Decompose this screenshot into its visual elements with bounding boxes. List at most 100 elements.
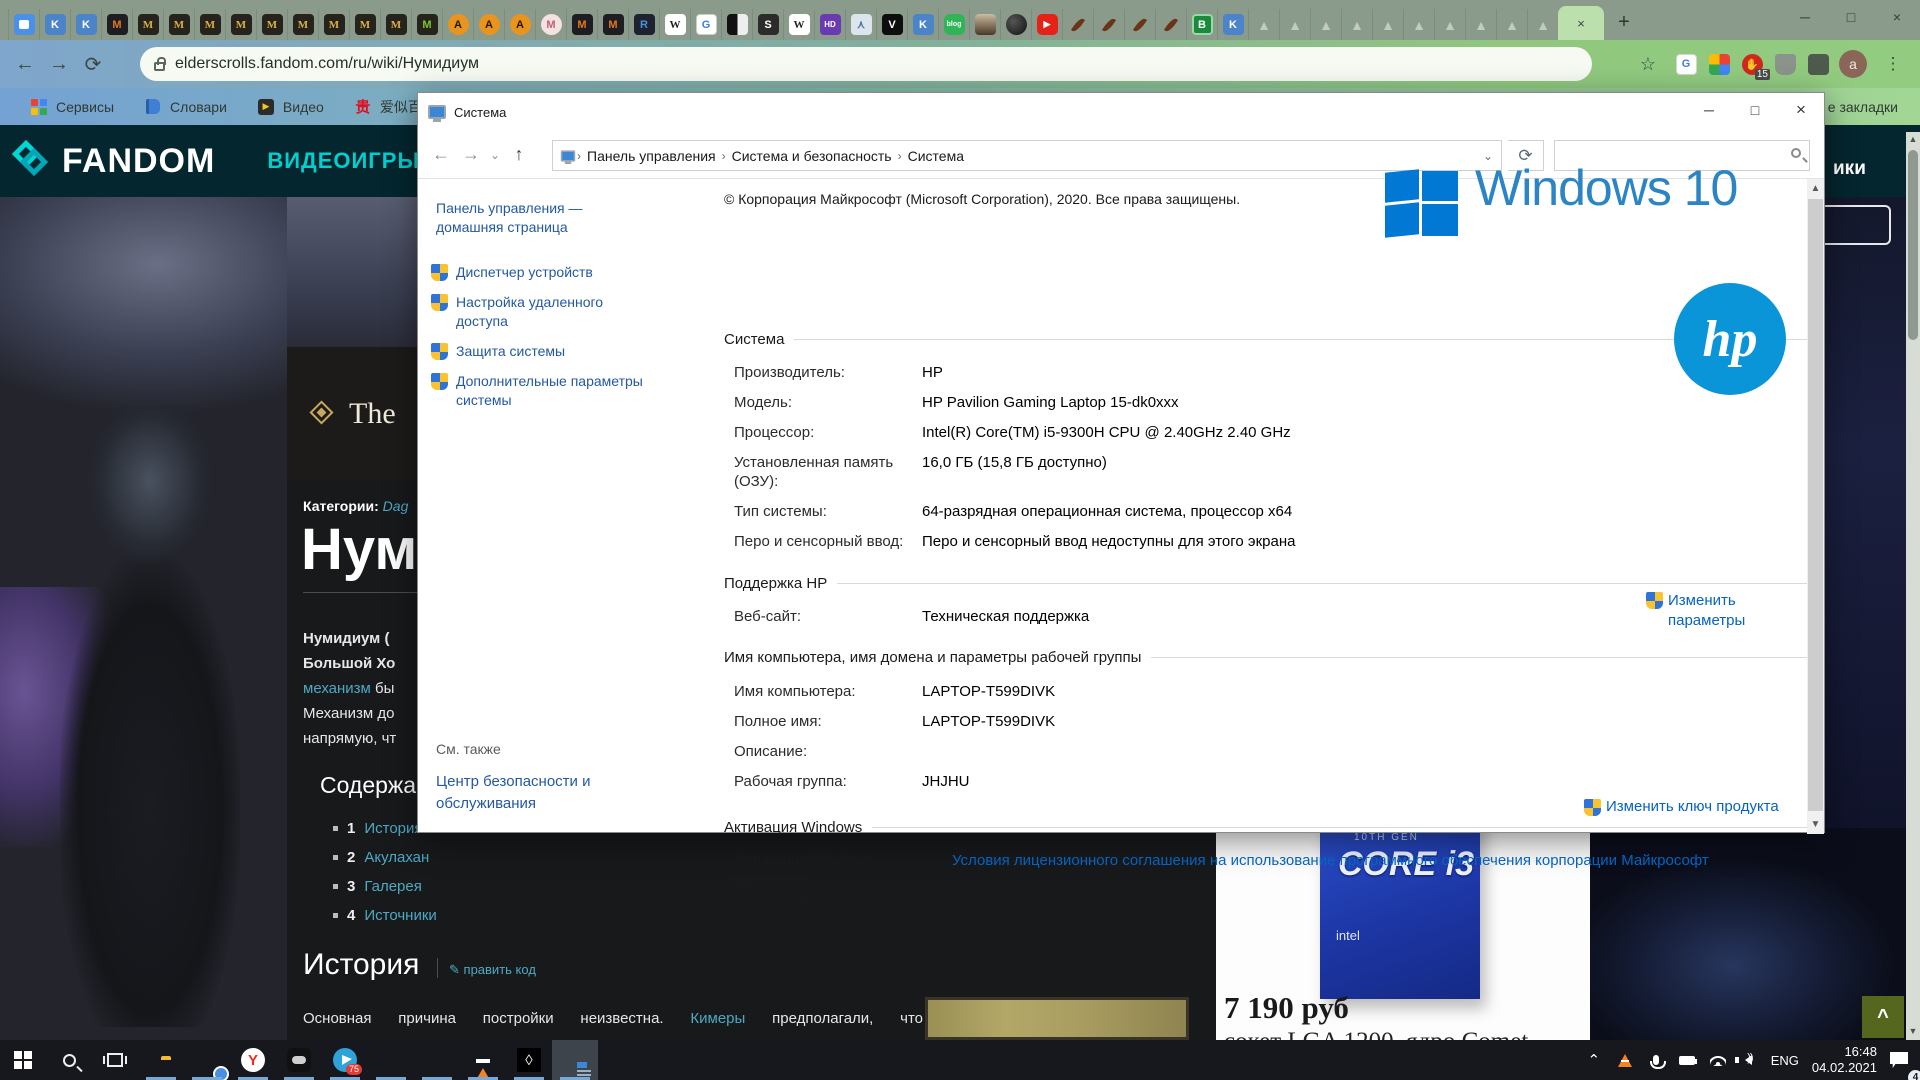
tab-close-icon[interactable]: × xyxy=(1577,16,1585,31)
change-product-key-link[interactable]: Изменить ключ продукта xyxy=(1584,798,1779,816)
inline-link[interactable]: механизм xyxy=(303,680,371,697)
tab-portrait-icon[interactable] xyxy=(969,9,1000,40)
up-icon[interactable]: ↑ xyxy=(504,144,534,165)
tab-m-gold-icon[interactable]: M xyxy=(132,9,163,40)
tech-support-link[interactable]: Техническая поддержка xyxy=(922,607,1089,626)
tab-vk-icon[interactable]: K xyxy=(907,9,938,40)
back-icon[interactable]: ← xyxy=(426,144,456,165)
taskbar-app-yandex[interactable]: Y xyxy=(230,1040,276,1080)
tab-m-gold-icon[interactable]: M xyxy=(287,9,318,40)
taskbar-app-explorer[interactable] xyxy=(138,1040,184,1080)
tab-m-gold-icon[interactable]: M xyxy=(380,9,411,40)
tab-m-orange-icon[interactable]: М xyxy=(101,9,132,40)
translate-extension-icon[interactable]: G xyxy=(1674,52,1698,76)
tab-eso-icon[interactable]: ▲ xyxy=(1496,9,1527,40)
minimize-button[interactable]: ─ xyxy=(1782,0,1828,34)
license-terms-link[interactable]: Условия лицензионного соглашения на испо… xyxy=(952,851,1709,889)
tab-s-dark-icon[interactable]: S xyxy=(752,9,783,40)
tab-feather-icon[interactable] xyxy=(1093,9,1124,40)
tab-feather-icon[interactable] xyxy=(1124,9,1155,40)
tab-m-gold-icon[interactable]: M xyxy=(256,9,287,40)
tab-m-gold-icon[interactable]: M xyxy=(349,9,380,40)
bookmark-Сервисы[interactable]: Сервисы xyxy=(30,97,114,117)
tab-m-pink-icon[interactable]: M xyxy=(535,9,566,40)
tab-feather-icon[interactable] xyxy=(1062,9,1093,40)
taskbar-app-edge[interactable] xyxy=(368,1040,414,1080)
inline-link[interactable]: Кимеры xyxy=(690,1010,745,1027)
breadcrumb-system-security[interactable]: Система и безопасность xyxy=(732,148,892,164)
tab-vk-icon[interactable]: K xyxy=(70,9,101,40)
core-i3-box-image[interactable]: 10TH GEN CORE i3 intel xyxy=(1320,814,1480,999)
tab-yt-icon[interactable]: ▶ xyxy=(1031,9,1062,40)
recent-pages-chevron-icon[interactable]: ⌄ xyxy=(486,148,504,162)
minimize-button[interactable]: ─ xyxy=(1686,93,1732,127)
tab-vk-icon[interactable]: K xyxy=(1217,9,1248,40)
maximize-button[interactable]: □ xyxy=(1732,93,1778,127)
tab-eso-icon[interactable]: ▲ xyxy=(1465,9,1496,40)
hidden-icons-chevron[interactable]: ⌃ xyxy=(1585,1051,1603,1069)
tab-feather-icon[interactable] xyxy=(1155,9,1186,40)
toc-item-Источники[interactable]: 4Источники xyxy=(333,907,437,924)
tab-m-orange-icon[interactable]: М xyxy=(566,9,597,40)
tab-v-dark-icon[interactable]: V xyxy=(876,9,907,40)
tab-eso-icon[interactable]: ▲ xyxy=(1434,9,1465,40)
tab-gtr-icon[interactable]: G xyxy=(690,9,721,40)
fandom-logo[interactable]: FANDOM xyxy=(16,142,215,181)
scrollbar-down-icon[interactable]: ▼ xyxy=(1906,1026,1920,1036)
tab-a-orange-icon[interactable]: A xyxy=(473,9,504,40)
sidebar-task-link[interactable]: Защита системы xyxy=(431,342,646,361)
sidebar-task-link[interactable]: Дополнительные параметры системы xyxy=(431,372,646,410)
scrollbar-up-icon[interactable]: ▲ xyxy=(1906,134,1920,144)
scrollbar-up-icon[interactable]: ▲ xyxy=(1807,183,1824,194)
taskbar-search-button[interactable] xyxy=(46,1040,92,1080)
tab-a-orange-icon[interactable]: A xyxy=(504,9,535,40)
url-text[interactable]: elderscrolls.fandom.com/ru/wiki/Нумидиум xyxy=(175,55,479,73)
action-center-button[interactable]: 4 xyxy=(1890,1051,1908,1069)
battery-icon[interactable] xyxy=(1678,1051,1696,1069)
scrollbar-thumb[interactable] xyxy=(1908,150,1918,340)
tab-hd-icon[interactable]: HD xyxy=(814,9,845,40)
scrollbar-thumb[interactable] xyxy=(1808,199,1823,811)
address-bar[interactable]: elderscrolls.fandom.com/ru/wiki/Нумидиум xyxy=(140,47,1592,81)
tab-m-orange-icon[interactable]: М xyxy=(597,9,628,40)
maximize-button[interactable]: □ xyxy=(1828,0,1874,34)
language-indicator[interactable]: ENG xyxy=(1771,1053,1799,1068)
nav-item-videogames[interactable]: ВИДЕОИГРЫ xyxy=(267,148,420,174)
tab-eso-icon[interactable]: ▲ xyxy=(1248,9,1279,40)
tab-r-blue-icon[interactable]: R xyxy=(628,9,659,40)
tab-vk-icon[interactable]: K xyxy=(39,9,70,40)
taskbar-app-cpanel[interactable] xyxy=(552,1040,598,1080)
start-button[interactable] xyxy=(0,1040,46,1080)
nav-button-fragment[interactable] xyxy=(1825,205,1891,245)
security-center-link[interactable]: Центр безопасности и обслуживания xyxy=(436,771,626,815)
forward-icon[interactable]: → xyxy=(42,47,76,81)
clock[interactable]: 16:48 04.02.2021 xyxy=(1812,1044,1877,1076)
window-scrollbar[interactable]: ▲ ▼ xyxy=(1807,179,1824,834)
profile-avatar[interactable]: a xyxy=(1839,50,1867,78)
tab-m-gold-icon[interactable]: M xyxy=(225,9,256,40)
microphone-icon[interactable] xyxy=(1647,1051,1665,1069)
bookmark-star-icon[interactable]: ☆ xyxy=(1631,47,1665,81)
tab-a-orange-icon[interactable]: A xyxy=(442,9,473,40)
change-settings-link[interactable]: Изменить параметры xyxy=(1646,591,1758,631)
tab-chat-icon[interactable] xyxy=(8,9,39,40)
sidebar-task-link[interactable]: Диспетчер устройств xyxy=(431,263,646,282)
volume-icon[interactable] xyxy=(1740,1051,1758,1069)
tab-sphere-icon[interactable] xyxy=(1000,9,1031,40)
reload-icon[interactable]: ⟳ xyxy=(76,47,110,81)
taskbar-app-skyrim[interactable]: ◊ xyxy=(506,1040,552,1080)
other-bookmarks-label[interactable]: е закладки xyxy=(1828,99,1898,115)
tab-wiki-icon[interactable]: W xyxy=(659,9,690,40)
window-title-bar[interactable]: Система ─ □ × xyxy=(418,93,1824,131)
tab-wiki-icon[interactable]: W xyxy=(783,9,814,40)
tab-m-gold-icon[interactable]: M xyxy=(194,9,225,40)
taskbar-app-gamepad[interactable] xyxy=(276,1040,322,1080)
taskbar-app-vlc[interactable] xyxy=(460,1040,506,1080)
new-tab-button[interactable]: + xyxy=(1610,8,1638,36)
tab-b-green-icon[interactable]: B xyxy=(1186,9,1217,40)
toc-item-Акулахан[interactable]: 2Акулахан xyxy=(333,849,437,866)
active-tab[interactable]: × xyxy=(1558,6,1604,40)
edit-source-link[interactable]: ✎ править код xyxy=(449,962,536,978)
toc-item-Галерея[interactable]: 3Галерея xyxy=(333,878,437,895)
category-link[interactable]: Dag xyxy=(383,498,409,514)
